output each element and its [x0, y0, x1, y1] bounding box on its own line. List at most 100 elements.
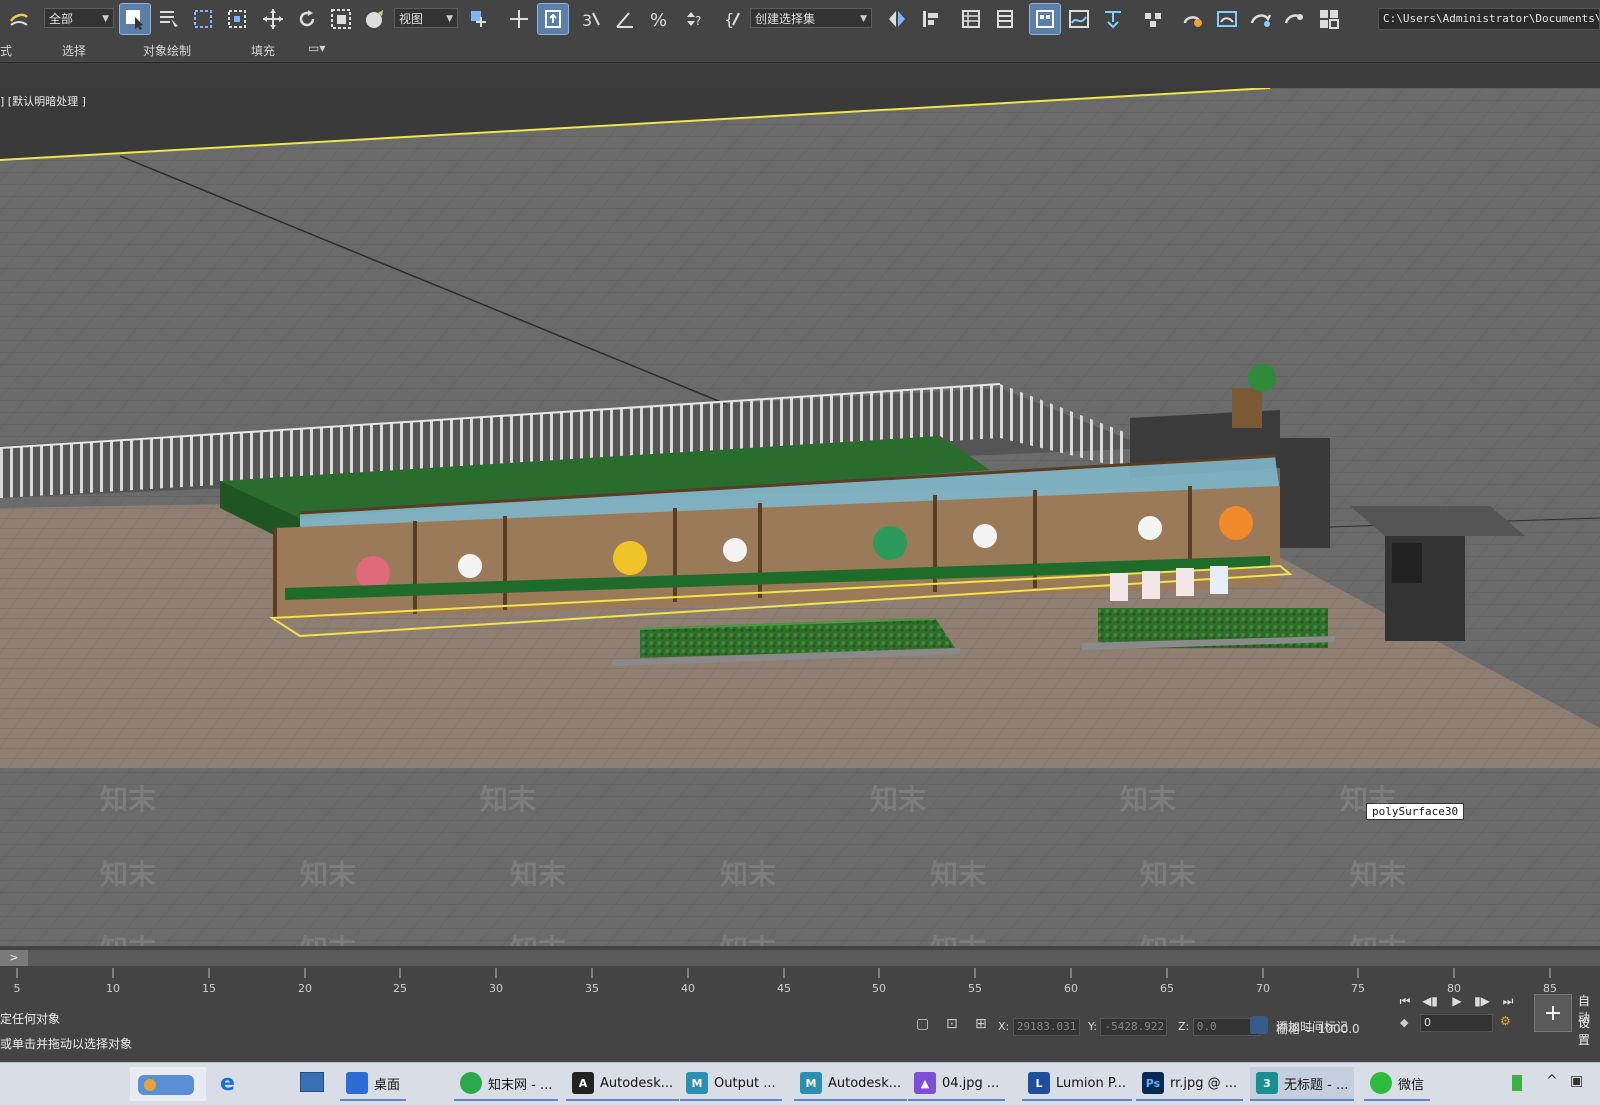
ribbon: 式 选择 对象绘制 填充 ▭▾ — [0, 40, 1600, 62]
lock-icon[interactable]: ⊡ — [946, 1016, 958, 1032]
y-coordinate-field[interactable]: -5428.922 — [1100, 1018, 1168, 1036]
taskbar-item-zhimo[interactable]: 知末网 - ... — [454, 1067, 559, 1101]
taskbar-item-3dsmax[interactable]: 3 无标题 - ... — [1250, 1067, 1355, 1101]
percent-snap-icon[interactable]: % — [644, 4, 674, 34]
ruler-ticks — [16, 968, 1551, 978]
move-icon[interactable] — [258, 4, 288, 34]
time-slider-thumb[interactable]: > — [0, 950, 28, 966]
ribbon-tab-object-paint[interactable]: 对象绘制 — [143, 42, 191, 59]
taskbar-item-output[interactable]: M Output ... — [680, 1067, 782, 1101]
render-active-shade-icon[interactable] — [1280, 4, 1310, 34]
angle-snap-icon[interactable] — [610, 4, 640, 34]
taskbar-item-photoshop[interactable]: Ps rr.jpg @ ... — [1136, 1067, 1244, 1101]
previous-frame-icon[interactable]: ◀▮ — [1420, 994, 1440, 1012]
ribbon-tab-select[interactable]: 选择 — [62, 42, 86, 59]
place-icon[interactable] — [360, 4, 390, 34]
time-config-icon[interactable]: ⚙ — [1500, 1014, 1511, 1028]
undo-icon[interactable] — [4, 4, 34, 34]
image-icon: ▲ — [914, 1072, 936, 1094]
go-to-end-icon[interactable]: ⏭ — [1498, 994, 1518, 1012]
network-icon[interactable]: ▣ — [1570, 1073, 1583, 1089]
select-object-icon[interactable] — [119, 3, 151, 35]
pivot-center-icon[interactable] — [464, 4, 494, 34]
key-mode-icon[interactable]: ◆ — [1400, 1016, 1408, 1029]
spinner-snap-icon[interactable]: ? — [678, 4, 708, 34]
play-icon[interactable]: ▶ — [1447, 994, 1467, 1012]
browser-icon — [460, 1072, 482, 1094]
scale-icon[interactable] — [326, 4, 356, 34]
select-manipulate-icon[interactable] — [504, 4, 534, 34]
mirror-icon[interactable] — [882, 4, 912, 34]
ruler-label: 20 — [298, 982, 312, 995]
selection-filter-dropdown[interactable]: 全部 ▼ — [44, 8, 114, 28]
show-desktop-icon[interactable] — [300, 1072, 324, 1092]
taskbar-item-desktop[interactable]: 桌面 — [340, 1067, 407, 1101]
layer-explorer-icon[interactable] — [990, 4, 1020, 34]
select-by-name-icon[interactable] — [154, 4, 184, 34]
ruler-label: 60 — [1064, 982, 1078, 995]
desktop-icon — [346, 1072, 368, 1094]
render-production-icon[interactable] — [1246, 4, 1276, 34]
ribbon-tab-style[interactable]: 式 — [0, 42, 12, 59]
ruler-label: 5 — [13, 982, 21, 995]
viewport-label[interactable]: ] [默认明暗处理 ] — [0, 93, 86, 109]
timeline: > 5 10 15 20 25 30 35 40 45 50 55 60 65 … — [0, 946, 1600, 1002]
battery-icon[interactable] — [1512, 1075, 1522, 1091]
rotate-icon[interactable] — [292, 4, 322, 34]
named-selection-dropdown[interactable]: 创建选择集 ▼ — [750, 8, 872, 28]
current-frame-field[interactable]: 0 — [1420, 1014, 1493, 1032]
ribbon-tab-populate[interactable]: 填充 — [251, 42, 275, 59]
ruler-label: 30 — [489, 982, 503, 995]
snaps-toggle-icon[interactable]: 3 — [576, 4, 606, 34]
material-editor-icon[interactable] — [1138, 4, 1168, 34]
edit-named-selection-icon[interactable]: { — [718, 4, 748, 34]
tray-expand-icon[interactable]: ^ — [1546, 1073, 1558, 1089]
go-to-start-icon[interactable]: ⏮ — [1395, 994, 1415, 1012]
isolate-selection-icon[interactable]: ▢ — [916, 1016, 929, 1032]
taskbar-item-wechat[interactable]: 微信 — [1364, 1067, 1431, 1101]
ruler-label: 50 — [872, 982, 886, 995]
taskbar-item-image[interactable]: ▲ 04.jpg ... — [908, 1067, 1006, 1101]
time-slider[interactable]: > — [0, 950, 1600, 966]
set-key-icon[interactable]: + — [1534, 994, 1572, 1032]
scene-explorer-icon[interactable] — [956, 4, 986, 34]
ruler-label: 70 — [1256, 982, 1270, 995]
ruler-label: 25 — [393, 982, 407, 995]
rect-select-region-icon[interactable] — [188, 4, 218, 34]
align-icon[interactable] — [916, 4, 946, 34]
taskbar-item-autocad[interactable]: A Autodesk... — [566, 1067, 680, 1101]
keyboard-shortcut-override-icon[interactable] — [537, 3, 569, 35]
curve-editor-icon[interactable] — [1064, 4, 1094, 34]
project-path-field[interactable]: C:\Users\Administrator\Documents\ — [1378, 8, 1600, 30]
svg-text:%: % — [650, 10, 667, 31]
absolute-mode-icon[interactable]: ⊞ — [975, 1016, 987, 1032]
perspective-viewport[interactable]: ] [默认明暗处理 ] polySurface30 知末 知末 知末 知末 知末… — [0, 88, 1600, 946]
rendered-frame-icon[interactable] — [1212, 4, 1242, 34]
render-setup-icon[interactable] — [1178, 4, 1208, 34]
taskbar-item-lumion[interactable]: L Lumion P... — [1022, 1067, 1133, 1101]
x-coordinate-field[interactable]: 29183.031 — [1012, 1018, 1080, 1036]
x-coordinate: X: 29183.031 — [998, 1018, 1080, 1036]
taskbar-item-maya[interactable]: M Autodesk... — [794, 1067, 908, 1101]
ruler-label: 15 — [202, 982, 216, 995]
next-frame-icon[interactable]: ▮▶ — [1472, 994, 1492, 1012]
3dsmax-icon: 3 — [1256, 1072, 1278, 1094]
reference-coord-dropdown[interactable]: 视图 ▼ — [394, 8, 458, 28]
ie-browser-icon[interactable]: e — [220, 1071, 235, 1096]
ribbon-options-icon[interactable]: ▭▾ — [308, 41, 325, 55]
window-crossing-icon[interactable] — [222, 4, 252, 34]
toggle-ribbon-icon[interactable] — [1029, 3, 1061, 35]
add-time-tag-button[interactable]: 添加时间标记 — [1276, 1018, 1348, 1035]
main-toolbar: 全部 ▼ 视图 ▼ 3 % ? {创建选择集 ▼ C:\Users\Admin… — [0, 0, 1600, 41]
timeline-ruler[interactable]: 5 10 15 20 25 30 35 40 45 50 55 60 65 70… — [0, 968, 1600, 1000]
start-button[interactable] — [130, 1067, 206, 1101]
schematic-view-icon[interactable] — [1098, 4, 1128, 34]
windows-taskbar: e 桌面 知末网 - ... A Autodesk... M Output ..… — [0, 1062, 1600, 1105]
render-grid-icon[interactable] — [1314, 4, 1344, 34]
set-key-button[interactable]: 设置 — [1578, 1014, 1600, 1048]
status-bar: 定任何对象 或单击并拖动以选择对象 ▢ ⊡ ⊞ X: 29183.031 Y: … — [0, 994, 1600, 1062]
time-tag-icon[interactable] — [1250, 1016, 1268, 1034]
ruler-label: 40 — [681, 982, 695, 995]
ruler-label: 45 — [777, 982, 791, 995]
z-coordinate: Z: 0.0 — [1178, 1018, 1260, 1036]
